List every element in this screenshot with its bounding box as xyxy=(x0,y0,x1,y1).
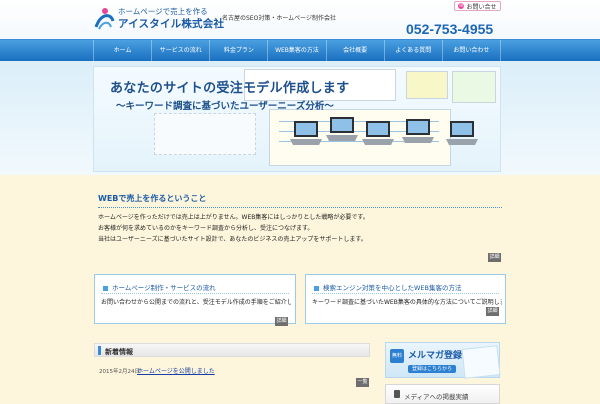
nav-item-faq[interactable]: よくある質問 xyxy=(385,40,443,61)
newsletter-banner[interactable]: 無料 メルマガ登録 登録はこちらから xyxy=(385,342,501,379)
intro-section: WEBで売上を作るということ ホームページを作っただけでは売上は上がりません。W… xyxy=(98,193,502,245)
news-title: 新着情報 xyxy=(105,348,133,356)
nav-item-web-marketing[interactable]: WEB集客の方法 xyxy=(268,40,327,61)
feature-more-button[interactable]: 詳細 xyxy=(486,307,499,316)
news-date: 2015年2月24日 xyxy=(99,369,140,375)
microphone-icon xyxy=(394,390,400,398)
feature-more-button[interactable]: 詳細 xyxy=(275,317,288,326)
nav-item-home[interactable]: ホーム xyxy=(93,40,153,61)
nav-item-flow[interactable]: サービスの流れ xyxy=(152,40,211,61)
feature-box-text: キーワード調査に基づいたWEB集客の具体的な方法についてご説明します。 xyxy=(312,299,502,306)
nav-item-contact[interactable]: お問い合わせ xyxy=(443,40,501,61)
contact-button-label: お問い合せ xyxy=(466,3,497,11)
feature-box-link[interactable]: ホームページ制作・サービスの流れ xyxy=(103,282,216,292)
bullet-square-icon xyxy=(103,285,108,291)
phone-number: 052-753-4955 xyxy=(406,21,494,37)
intro-more-button[interactable]: 詳細 xyxy=(488,253,501,262)
logo-icon[interactable] xyxy=(93,7,115,31)
news-more-button[interactable]: 一覧 xyxy=(356,378,369,387)
intro-line: 当社はユーザーニーズに基づいたサイト設計で、あなたのビジネスの売上アップをサポー… xyxy=(98,236,367,243)
laptop-icon xyxy=(402,119,434,143)
bullet-square-icon xyxy=(314,285,319,291)
intro-line: ホームページを作っただけでは売上は上がりません。WEB集客にはしっかりとした戦略… xyxy=(98,214,369,221)
media-banner[interactable]: メディアへの掲載実績 xyxy=(385,384,500,404)
newsletter-register-button[interactable]: 登録はこちらから xyxy=(408,365,456,373)
hero-subtitle: 〜キーワード調査に基づいたユーザーニーズ分析〜 xyxy=(116,101,334,112)
news-item-link[interactable]: ホームページを公開しました xyxy=(137,366,215,375)
feature-box-title: 検索エンジン対策を中心としたWEB集客の方法 xyxy=(323,284,462,292)
intro-title: WEBで売上を作るということ xyxy=(98,193,502,208)
feature-box-flow: ホームページ制作・サービスの流れ お問い合わせから公開までの流れと、受注モデル作… xyxy=(94,274,296,324)
hero-sticky-note xyxy=(452,71,496,103)
laptop-icon xyxy=(362,121,394,145)
contact-button[interactable]: ✉ お問い合せ xyxy=(454,1,501,11)
company-name[interactable]: アイスタイル株式会社 xyxy=(118,16,224,31)
site-header: ホームページで売上を作る アイスタイル株式会社 名古屋のSEO対策・ホームページ… xyxy=(0,0,600,39)
feature-box-link[interactable]: 検索エンジン対策を中心としたWEB集客の方法 xyxy=(314,282,462,292)
mail-icon: ✉ xyxy=(458,3,465,9)
hero-sticky-note xyxy=(406,71,448,99)
header-description: 名古屋のSEO対策・ホームページ制作会社 xyxy=(222,15,337,22)
feature-box-web: 検索エンジン対策を中心としたWEB集客の方法 キーワード調査に基づいたWEB集客… xyxy=(305,274,506,324)
laptop-icon xyxy=(326,117,358,141)
laptop-icon xyxy=(446,121,478,145)
laptop-icon xyxy=(290,121,322,145)
nav-item-company[interactable]: 会社概要 xyxy=(327,40,385,61)
hero-mindmap-image xyxy=(154,113,256,155)
nav-item-pricing[interactable]: 料金プラン xyxy=(210,40,269,61)
global-nav: ホーム サービスの流れ 料金プラン WEB集客の方法 会社概要 よくある質問 お… xyxy=(0,39,600,61)
news-header: 新着情報 xyxy=(94,343,370,357)
hero-title: あなたのサイトの受注モデル作成します xyxy=(110,81,350,96)
feature-box-title: ホームページ制作・サービスの流れ xyxy=(112,284,216,292)
hero-banner[interactable]: あなたのサイトの受注モデル作成します 〜キーワード調査に基づいたユーザーニーズ分… xyxy=(93,66,501,172)
intro-line: お客様が何を求めているのかをキーワード調査から分析し、受注につなげます。 xyxy=(98,225,314,232)
newsletter-envelope-icon xyxy=(461,345,501,379)
newsletter-title: メルマガ登録 xyxy=(408,351,463,361)
free-badge: 無料 xyxy=(390,349,404,363)
feature-box-text: お問い合わせから公開までの流れと、受注モデル作成の手順をご紹介します。 xyxy=(101,299,291,306)
intro-text: ホームページを作っただけでは売上は上がりません。WEB集客にはしっかりとした戦略… xyxy=(98,212,502,245)
